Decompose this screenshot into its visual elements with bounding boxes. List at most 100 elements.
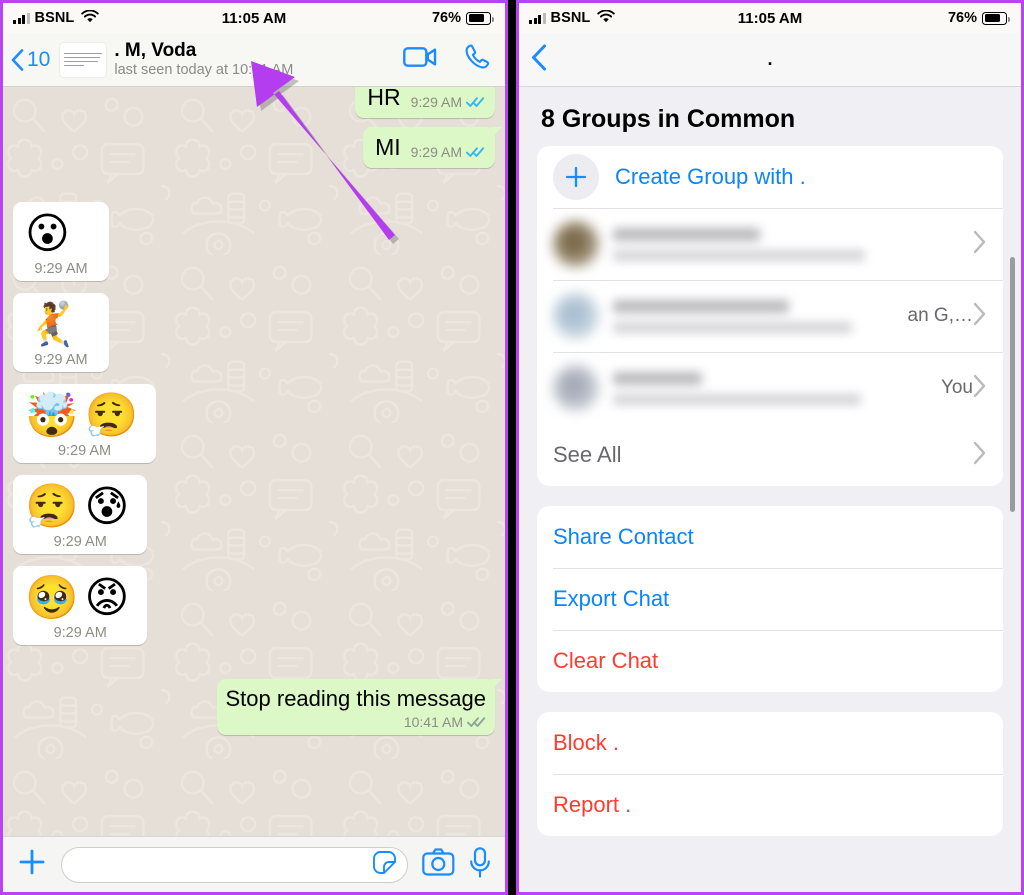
clear-chat-row[interactable]: Clear Chat xyxy=(537,630,1003,692)
groups-in-common-heading: 8 Groups in Common xyxy=(541,105,796,133)
phone-icon[interactable] xyxy=(463,43,491,76)
emoji-content: 😮 xyxy=(25,208,76,259)
chat-input-bar xyxy=(3,836,505,892)
chevron-right-icon xyxy=(973,230,987,259)
left-phone-screen: BSNL 11:05 AM 76% 10 . M, Voda last seen… xyxy=(0,0,508,895)
export-chat-label: Export Chat xyxy=(553,586,670,611)
message-text: MI xyxy=(375,133,401,160)
wifi-icon xyxy=(597,9,616,27)
battery-icon xyxy=(466,11,494,25)
share-contact-label: Share Contact xyxy=(553,524,694,549)
block-contact-row[interactable]: Block . xyxy=(537,712,1003,774)
status-right-group: 76% xyxy=(432,10,494,26)
double-check-read-icon xyxy=(467,717,486,727)
status-bar-right: BSNL 11:05 AM 76% xyxy=(519,3,1021,33)
double-check-read-icon xyxy=(466,97,485,107)
plus-icon xyxy=(553,154,599,200)
group-avatar xyxy=(553,293,599,339)
clear-chat-label: Clear Chat xyxy=(553,648,659,673)
destructive-actions-card: Block . Report . xyxy=(537,712,1003,836)
message-row[interactable]: 🥹😡 9:29 AM xyxy=(13,566,495,646)
status-left-group: BSNL xyxy=(13,9,100,27)
see-all-label: See All xyxy=(553,442,622,467)
group-name-label xyxy=(613,371,703,385)
message-text: Stop reading this message xyxy=(225,686,487,712)
message-meta: 9:29 AM xyxy=(411,94,485,112)
video-camera-icon[interactable] xyxy=(403,45,437,74)
group-row[interactable] xyxy=(537,208,1003,280)
message-row[interactable]: MI 9:29 AM xyxy=(13,126,502,168)
message-time: 9:29 AM xyxy=(410,93,462,110)
chat-bubble-incoming-emoji[interactable]: 🤾 9:29 AM xyxy=(13,292,109,372)
emoji-content: 🤾 xyxy=(25,299,85,350)
see-all-row[interactable]: See All xyxy=(537,424,1003,486)
message-time: 9:29 AM xyxy=(57,442,112,459)
group-avatar xyxy=(553,365,599,411)
chat-bubble-incoming-emoji[interactable]: 😮 9:29 AM xyxy=(13,201,109,281)
chat-bubble-outgoing[interactable]: Stop reading this message 10:41 AM xyxy=(216,679,502,735)
sticker-icon[interactable] xyxy=(372,850,397,880)
chat-bubble-incoming-emoji[interactable]: 😮‍💨😰 9:29 AM xyxy=(13,474,148,555)
report-contact-label: Report . xyxy=(553,792,632,817)
report-contact-row[interactable]: Report . xyxy=(537,774,1003,836)
contact-avatar[interactable] xyxy=(60,42,107,77)
back-button[interactable]: 10 xyxy=(11,48,50,72)
message-time: 10:41 AM xyxy=(403,713,463,730)
chevron-left-icon xyxy=(11,48,24,71)
chevron-right-icon xyxy=(973,302,987,331)
chat-bubble-incoming-emoji[interactable]: 🤯😮‍💨 9:29 AM xyxy=(13,383,157,463)
wifi-icon xyxy=(81,9,100,27)
group-text-block xyxy=(613,227,963,261)
message-text: HR xyxy=(367,87,401,110)
message-time: 9:29 AM xyxy=(34,260,88,277)
message-row[interactable]: HR 9:29 AM xyxy=(13,87,502,118)
signal-bars-icon xyxy=(13,12,30,24)
message-meta: 9:29 AM xyxy=(25,625,135,641)
chat-message-list[interactable]: HR 9:29 AM MI 9:29 AM 😮 9:29 AM 🤾 9:29 A… xyxy=(3,87,505,836)
group-row[interactable]: You xyxy=(537,352,1003,424)
plus-icon[interactable] xyxy=(17,847,47,882)
group-members-label xyxy=(613,321,852,333)
create-group-row[interactable]: Create Group with . xyxy=(537,146,1003,208)
message-row[interactable]: 😮 9:29 AM xyxy=(13,201,495,281)
last-seen-label: last seen today at 10:31 AM xyxy=(114,61,294,78)
unread-count-label: 10 xyxy=(27,47,51,71)
message-row[interactable]: Stop reading this message 10:41 AM xyxy=(13,679,502,735)
message-time: 9:29 AM xyxy=(34,351,88,368)
chat-bubble-outgoing[interactable]: MI 9:29 AM xyxy=(363,126,502,168)
message-row[interactable]: 🤯😮‍💨 9:29 AM xyxy=(13,383,495,463)
message-input-field[interactable] xyxy=(61,846,408,883)
double-check-read-icon xyxy=(466,146,485,157)
message-time: 9:29 AM xyxy=(410,143,462,160)
profile-navigation-bar: . xyxy=(519,33,1021,87)
carrier-label: BSNL xyxy=(550,10,591,26)
battery-percent-label: 76% xyxy=(947,10,977,26)
vertical-scrollbar[interactable] xyxy=(1010,257,1015,512)
chat-bubble-incoming-emoji[interactable]: 🥹😡 9:29 AM xyxy=(13,566,148,646)
group-avatar xyxy=(553,221,599,267)
microphone-icon[interactable] xyxy=(469,846,491,883)
contact-name-label: . M, Voda xyxy=(114,39,197,61)
group-row[interactable]: an G,… xyxy=(537,280,1003,352)
chevron-right-icon xyxy=(973,374,987,403)
export-chat-row[interactable]: Export Chat xyxy=(537,568,1003,630)
battery-icon xyxy=(982,11,1010,25)
share-contact-row[interactable]: Share Contact xyxy=(537,506,1003,568)
chat-navigation-bar: 10 . M, Voda last seen today at 10:31 AM xyxy=(3,33,505,87)
message-row[interactable]: 🤾 9:29 AM xyxy=(13,292,495,372)
profile-scroll-area[interactable]: 8 Groups in Common Create Group with . a… xyxy=(519,87,1021,892)
status-bar-left: BSNL 11:05 AM 76% xyxy=(3,3,505,33)
contact-name-header[interactable]: . M, Voda last seen today at 10:31 AM xyxy=(114,40,293,80)
block-contact-label: Block . xyxy=(553,730,620,755)
right-phone-screen: BSNL 11:05 AM 76% . 8 Groups in Common C… xyxy=(516,0,1024,895)
messages-container: HR 9:29 AM MI 9:29 AM 😮 9:29 AM 🤾 9:29 A… xyxy=(3,87,505,836)
signal-bars-icon xyxy=(529,12,546,24)
chat-bubble-outgoing[interactable]: HR 9:29 AM xyxy=(355,87,502,118)
message-row[interactable]: 😮‍💨😰 9:29 AM xyxy=(13,474,495,555)
status-left-group: BSNL xyxy=(529,9,616,27)
emoji-content: 🥹😡 xyxy=(25,573,136,624)
profile-title: . xyxy=(767,49,773,69)
message-time: 9:29 AM xyxy=(53,534,107,551)
camera-icon[interactable] xyxy=(422,848,455,881)
group-tail-label: an G,… xyxy=(907,305,973,326)
